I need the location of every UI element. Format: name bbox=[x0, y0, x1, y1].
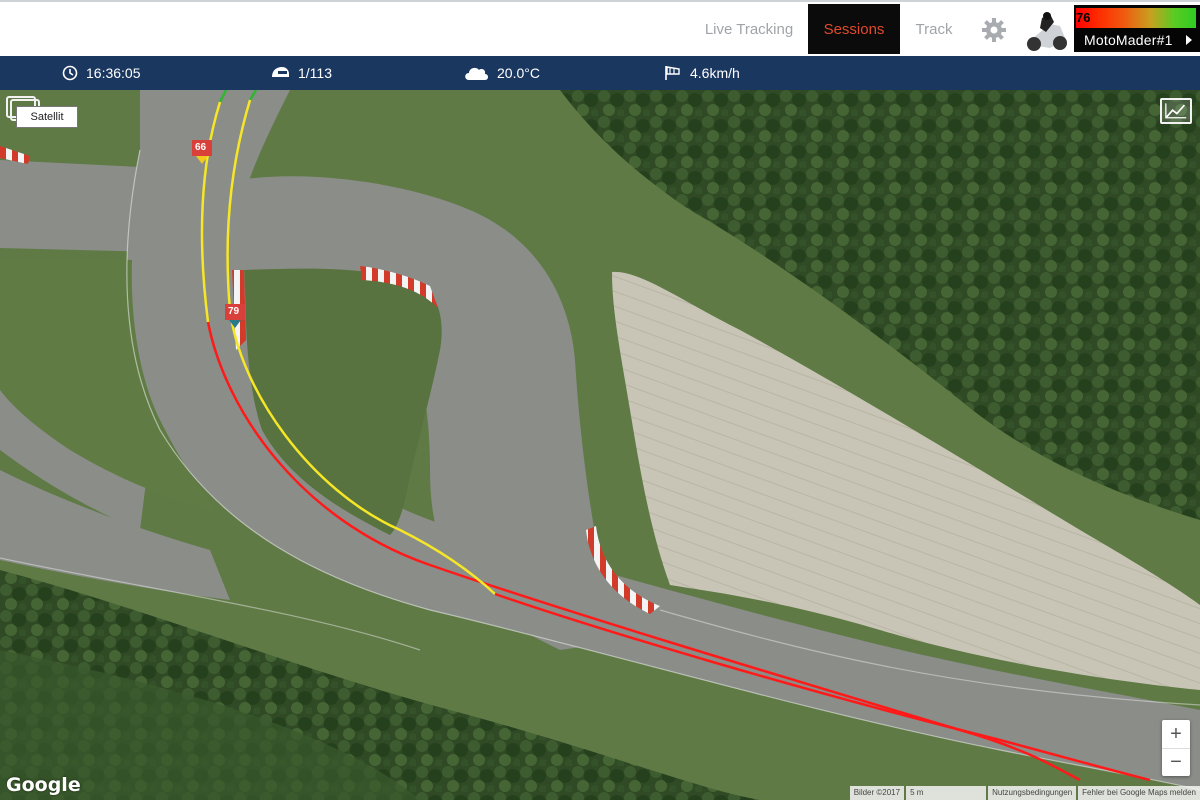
rider-selector[interactable]: 76 MotoMader#1 bbox=[1074, 5, 1200, 52]
rider-speed-bar bbox=[1076, 8, 1196, 28]
map-credits: Bilder ©2017 5 m Nutzungsbedingungen Feh… bbox=[848, 786, 1200, 800]
rider-name: MotoMader#1 bbox=[1084, 32, 1173, 48]
imagery-credit: Bilder ©2017 bbox=[849, 786, 905, 800]
zoom-in-button[interactable]: + bbox=[1162, 720, 1190, 748]
marker-label-66: 66 bbox=[195, 142, 207, 153]
marker-label-79: 79 bbox=[228, 306, 240, 317]
google-logo: Google bbox=[6, 774, 81, 796]
nav-track[interactable]: Track bbox=[903, 4, 965, 54]
temperature-stat: 20.0°C bbox=[463, 56, 540, 90]
satellite-map[interactable]: 66 79 Satellit + − Google Bilder ©2017 5… bbox=[0, 90, 1200, 800]
rider-avatar bbox=[1020, 10, 1072, 54]
clock-icon bbox=[62, 65, 78, 81]
cloud-icon bbox=[465, 67, 488, 80]
wind-flag-icon bbox=[665, 66, 680, 80]
lap-stat: 1/113 bbox=[270, 56, 332, 90]
map-layer-toggle[interactable]: Satellit bbox=[6, 96, 78, 128]
top-navigation: Live Tracking Sessions Track 76 MotoMade… bbox=[0, 0, 1200, 55]
gear-icon[interactable] bbox=[980, 16, 1008, 44]
temperature-value: 20.0°C bbox=[497, 65, 540, 81]
chart-icon[interactable] bbox=[1160, 98, 1192, 124]
rider-number: 76 bbox=[1076, 10, 1091, 25]
session-status-bar: 16:36:05 1/113 20.0°C 4.6km/h bbox=[0, 56, 1200, 90]
helmet-icon bbox=[272, 67, 289, 77]
wind-value: 4.6km/h bbox=[690, 65, 740, 81]
nav-live-tracking[interactable]: Live Tracking bbox=[696, 4, 802, 54]
zoom-control: + − bbox=[1162, 720, 1190, 776]
nav-sessions[interactable]: Sessions bbox=[808, 4, 900, 54]
scale-indicator[interactable]: 5 m bbox=[906, 786, 987, 800]
time-stat: 16:36:05 bbox=[62, 56, 141, 90]
zoom-out-button[interactable]: − bbox=[1162, 748, 1190, 776]
wind-stat: 4.6km/h bbox=[664, 56, 740, 90]
terms-link[interactable]: Nutzungsbedingungen bbox=[988, 786, 1077, 800]
layer-label: Satellit bbox=[16, 106, 78, 128]
lap-value: 1/113 bbox=[298, 65, 332, 81]
report-error-link[interactable]: Fehler bei Google Maps melden bbox=[1078, 786, 1200, 800]
time-value: 16:36:05 bbox=[86, 65, 141, 81]
map-imagery bbox=[0, 90, 1200, 800]
chevron-right-icon bbox=[1186, 35, 1192, 45]
